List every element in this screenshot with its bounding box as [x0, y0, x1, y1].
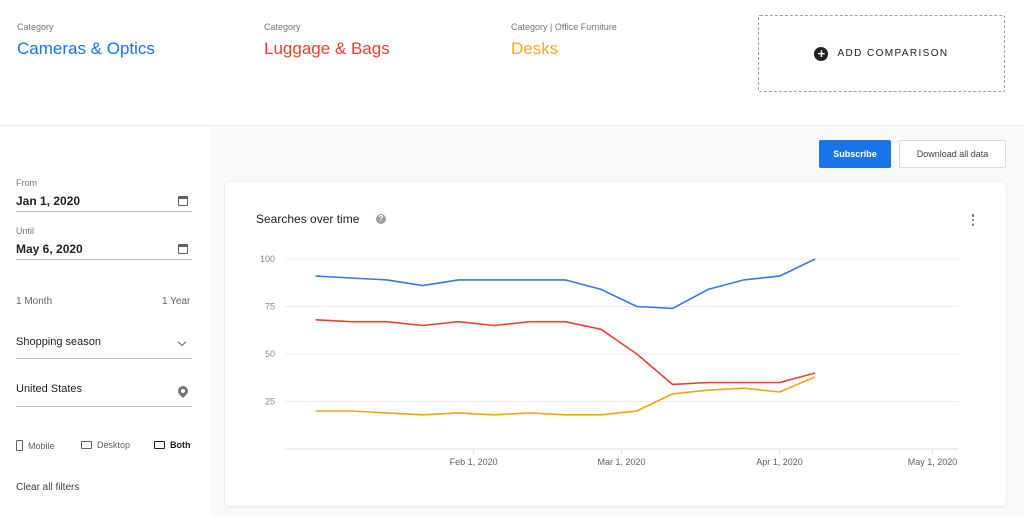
- region-select[interactable]: United States: [16, 383, 82, 395]
- y-tick-label: 100: [260, 254, 275, 264]
- device-label: Desktop: [97, 440, 131, 450]
- region-underline: [16, 406, 192, 407]
- x-tick-label: Apr 1, 2020: [756, 457, 803, 467]
- download-all-data-button[interactable]: Download all data: [899, 140, 1006, 168]
- until-label: Until: [16, 226, 35, 236]
- y-tick-label: 50: [265, 349, 275, 359]
- comparison-header: Category Cameras & Optics Category Lugga…: [0, 0, 1024, 126]
- searches-line-chart: 25 50 75 100 Feb 1, 2020 Mar 1, 2020 Apr 1, 20…: [260, 254, 958, 467]
- range-1-year[interactable]: 1 Year: [162, 296, 190, 307]
- season-underline: [16, 358, 192, 359]
- shopping-season-select[interactable]: Shopping season: [16, 336, 101, 348]
- laptop-icon: [81, 441, 92, 449]
- device-label: Both: [170, 440, 191, 450]
- device-label: Mobile: [28, 440, 55, 451]
- calendar-icon[interactable]: [178, 244, 188, 254]
- device-desktop[interactable]: Desktop: [81, 440, 130, 450]
- range-1-month[interactable]: 1 Month: [16, 296, 52, 307]
- device-both[interactable]: Both: [154, 440, 191, 450]
- y-tick-label: 25: [265, 397, 275, 407]
- subscribe-button[interactable]: Subscribe: [819, 140, 891, 168]
- term-cameras[interactable]: Category Cameras & Optics: [17, 22, 155, 59]
- until-underline: [16, 259, 192, 260]
- term-name: Desks: [511, 39, 559, 58]
- add-comparison-button[interactable]: + ADD COMPARISON: [758, 15, 1005, 92]
- from-label: From: [16, 178, 37, 188]
- device-mobile[interactable]: Mobile: [16, 440, 55, 451]
- term-category-label: Category | Office Furniture: [511, 22, 617, 32]
- term-name: Luggage & Bags: [264, 39, 390, 58]
- devices-icon: [154, 441, 165, 449]
- calendar-icon[interactable]: [178, 196, 188, 206]
- x-tick-label: Feb 1, 2020: [450, 457, 498, 467]
- add-comparison-label: ADD COMPARISON: [837, 48, 949, 59]
- from-underline: [16, 211, 192, 212]
- term-desks[interactable]: Category | Office Furniture Desks: [511, 22, 617, 59]
- series-line-0: [315, 258, 816, 310]
- clear-filters-link[interactable]: Clear all filters: [16, 482, 79, 493]
- x-tick-label: Mar 1, 2020: [597, 457, 645, 467]
- phone-icon: [16, 440, 23, 451]
- until-date-field[interactable]: May 6, 2020: [16, 242, 83, 256]
- series-line-1: [315, 319, 816, 386]
- y-tick-label: 75: [265, 302, 275, 312]
- from-date-field[interactable]: Jan 1, 2020: [16, 194, 80, 208]
- searches-over-time-card: Searches over time ? 25 50 75 100 Feb 1, 202…: [225, 182, 1006, 506]
- term-category-label: Category: [264, 22, 301, 32]
- term-name: Cameras & Optics: [17, 39, 155, 58]
- plus-circle-icon: +: [814, 46, 829, 61]
- term-luggage[interactable]: Category Luggage & Bags: [264, 22, 390, 59]
- x-tick-label: May 1, 2020: [908, 457, 958, 467]
- term-category-label: Category: [17, 22, 54, 32]
